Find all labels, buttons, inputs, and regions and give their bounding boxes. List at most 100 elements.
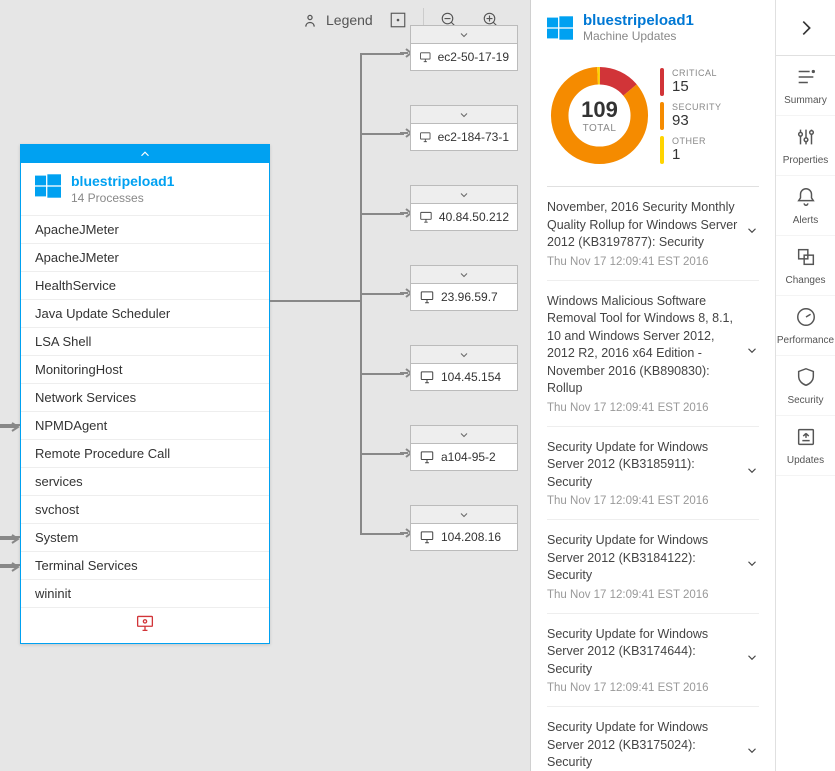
process-item[interactable]: System: [21, 524, 269, 552]
remote-node-label: 104.208.16: [441, 530, 501, 544]
rail-expand-button[interactable]: [776, 0, 835, 56]
right-rail: Summary Properties Alerts Changes Perfor…: [775, 0, 835, 771]
chevron-down-icon: [458, 29, 470, 41]
remote-node[interactable]: 23.96.59.7: [410, 265, 518, 311]
connector: [360, 533, 404, 535]
remote-node[interactable]: ec2-184-73-1: [410, 105, 518, 151]
process-item[interactable]: HealthService: [21, 272, 269, 300]
legend-button[interactable]: Legend: [300, 10, 373, 30]
donut-total-value: 109: [581, 97, 618, 123]
donut-legend-item: CRITICAL 15: [660, 68, 722, 96]
remote-node-expand[interactable]: [411, 26, 517, 44]
legend-color-bar: [660, 136, 664, 164]
legend-icon: [300, 10, 320, 30]
fit-icon: [389, 11, 407, 29]
monitor-icon: [419, 450, 435, 464]
connector: [360, 293, 404, 295]
performance-icon: [795, 306, 817, 331]
chevron-right-icon: [795, 17, 817, 39]
remote-node[interactable]: ec2-50-17-19: [410, 25, 518, 71]
connector: [270, 300, 360, 302]
rail-item-security[interactable]: Security: [776, 356, 835, 416]
connector: [360, 373, 404, 375]
updates-icon: [795, 426, 817, 451]
updates-donut-chart: 109 TOTAL: [547, 63, 652, 168]
windows-logo-icon: [35, 173, 61, 199]
process-item[interactable]: NPMDAgent: [21, 412, 269, 440]
connector: [360, 453, 404, 455]
rail-item-summary[interactable]: Summary: [776, 56, 835, 116]
update-item[interactable]: Security Update for Windows Server 2012 …: [547, 427, 759, 521]
remote-node-label: 23.96.59.7: [441, 290, 498, 304]
summary-icon: [795, 66, 817, 91]
connector: [360, 213, 362, 300]
process-item[interactable]: Java Update Scheduler: [21, 300, 269, 328]
panel-subtitle: Machine Updates: [583, 29, 694, 43]
legend-label: Legend: [326, 12, 373, 28]
process-item[interactable]: wininit: [21, 580, 269, 608]
process-item[interactable]: services: [21, 468, 269, 496]
rail-item-alerts[interactable]: Alerts: [776, 176, 835, 236]
rail-item-label: Updates: [787, 455, 824, 466]
changes-icon: [795, 246, 817, 271]
process-item[interactable]: MonitoringHost: [21, 356, 269, 384]
rail-item-updates[interactable]: Updates: [776, 416, 835, 476]
rail-item-label: Changes: [785, 275, 825, 286]
legend-label: SECURITY: [672, 102, 722, 112]
rail-item-label: Alerts: [793, 215, 819, 226]
update-title: Windows Malicious Software Removal Tool …: [547, 293, 759, 398]
process-item[interactable]: LSA Shell: [21, 328, 269, 356]
rail-item-changes[interactable]: Changes: [776, 236, 835, 296]
monitor-icon: [419, 290, 435, 304]
process-item[interactable]: ApacheJMeter: [21, 216, 269, 244]
chevron-down-icon: [458, 189, 470, 201]
update-item[interactable]: November, 2016 Security Monthly Quality …: [547, 187, 759, 281]
monitor-icon: [419, 530, 435, 544]
update-item[interactable]: Security Update for Windows Server 2012 …: [547, 614, 759, 708]
rail-item-properties[interactable]: Properties: [776, 116, 835, 176]
remote-node-label: 104.45.154: [441, 370, 501, 384]
chevron-down-icon: [745, 344, 759, 363]
process-item[interactable]: Network Services: [21, 384, 269, 412]
process-item[interactable]: Remote Procedure Call: [21, 440, 269, 468]
legend-color-bar: [660, 68, 664, 96]
update-title: Security Update for Windows Server 2012 …: [547, 439, 759, 492]
process-item[interactable]: Terminal Services: [21, 552, 269, 580]
process-card-collapse[interactable]: [21, 145, 269, 163]
remote-node-expand[interactable]: [411, 106, 517, 124]
update-item[interactable]: Security Update for Windows Server 2012 …: [547, 707, 759, 771]
update-title: November, 2016 Security Monthly Quality …: [547, 199, 759, 252]
process-item[interactable]: ApacheJMeter: [21, 244, 269, 272]
rail-item-performance[interactable]: Performance: [776, 296, 835, 356]
remote-node[interactable]: 104.208.16: [410, 505, 518, 551]
update-time: Thu Nov 17 12:09:41 EST 2016: [547, 682, 759, 694]
connector: [360, 133, 404, 135]
remote-node-expand[interactable]: [411, 186, 517, 204]
connector-stub: [0, 536, 20, 538]
update-item[interactable]: Windows Malicious Software Removal Tool …: [547, 281, 759, 427]
rail-item-label: Summary: [784, 95, 827, 106]
remote-node[interactable]: 40.84.50.212: [410, 185, 518, 231]
remote-node[interactable]: a104-95-2: [410, 425, 518, 471]
remote-node[interactable]: 104.45.154: [410, 345, 518, 391]
remote-node-label: 40.84.50.212: [439, 210, 509, 224]
remote-node-expand[interactable]: [411, 506, 517, 524]
update-title: Security Update for Windows Server 2012 …: [547, 626, 759, 679]
chevron-down-icon: [458, 349, 470, 361]
process-item[interactable]: svchost: [21, 496, 269, 524]
legend-color-bar: [660, 102, 664, 130]
chevron-down-icon: [458, 509, 470, 521]
legend-value: 15: [672, 78, 717, 95]
remote-node-expand[interactable]: [411, 426, 517, 444]
remote-node-expand[interactable]: [411, 346, 517, 364]
chevron-down-icon: [745, 557, 759, 576]
donut-legend-item: OTHER 1: [660, 136, 722, 164]
update-title: Security Update for Windows Server 2012 …: [547, 719, 759, 771]
remote-node-expand[interactable]: [411, 266, 517, 284]
connector: [360, 300, 362, 533]
connector: [360, 53, 404, 55]
chevron-down-icon: [458, 429, 470, 441]
chevron-down-icon: [745, 744, 759, 763]
update-item[interactable]: Security Update for Windows Server 2012 …: [547, 520, 759, 614]
remote-node-label: ec2-184-73-1: [438, 130, 509, 144]
